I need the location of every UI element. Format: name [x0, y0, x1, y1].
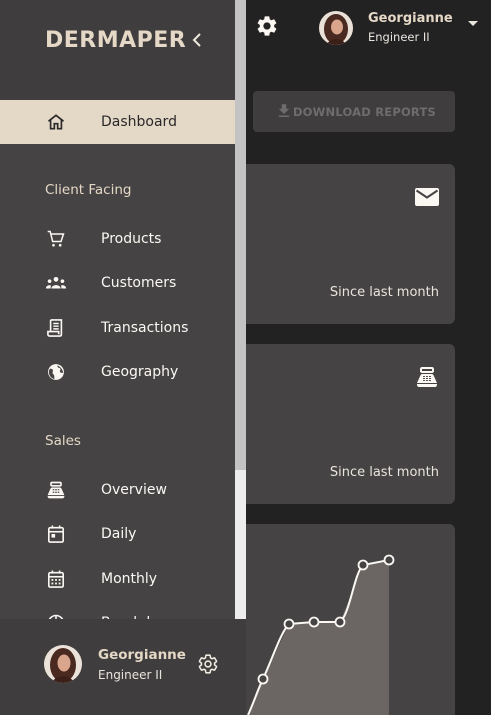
arrow-drop-down-icon[interactable]: [466, 20, 480, 28]
user-menu[interactable]: Georgianne Engineer II: [319, 10, 453, 46]
download-reports-label: DOWNLOAD REPORTS: [292, 104, 436, 119]
point-of-sale-icon: [45, 479, 67, 501]
sidebar-item-transactions[interactable]: Transactions: [0, 306, 235, 350]
section-title-client-facing: Client Facing: [45, 182, 132, 198]
topbar-settings-button[interactable]: [255, 14, 279, 38]
stat-card-note: Since last month: [329, 285, 439, 300]
home-icon: [45, 111, 67, 133]
sidebar-item-label: Overview: [101, 482, 167, 498]
chart-area: [248, 560, 389, 715]
section-title-sales: Sales: [45, 433, 81, 449]
avatar: [319, 11, 353, 45]
sidebar-item-overview[interactable]: Overview: [0, 468, 235, 512]
sidebar-item-products[interactable]: Products: [0, 217, 235, 261]
sidebar-item-label: Geography: [101, 364, 179, 380]
stat-card: Since last month: [240, 344, 455, 504]
mail-icon: [415, 188, 439, 206]
gear-icon[interactable]: [197, 653, 219, 675]
drawer-header: DERMAPER: [0, 0, 235, 100]
sidebar-item-label: Daily: [101, 526, 137, 542]
calendar-month-icon: [45, 568, 67, 590]
stat-card: Since last month: [240, 164, 455, 324]
receipt-icon: [45, 317, 67, 339]
sidebar-item-label: Transactions: [101, 320, 189, 336]
sidebar-drawer: DERMAPER Dashboard Client Facing Product…: [0, 0, 246, 715]
sidebar-item-monthly[interactable]: Monthly: [0, 557, 235, 601]
footer-user-role: Engineer II: [98, 668, 163, 682]
brand-logo: DERMAPER: [45, 28, 187, 53]
gear-icon: [257, 16, 277, 36]
sidebar-item-dashboard[interactable]: Dashboard: [0, 100, 246, 144]
chart-point: [357, 559, 369, 571]
sidebar-item-label: Dashboard: [101, 114, 177, 130]
avatar: [44, 645, 82, 683]
download-reports-button[interactable]: DOWNLOAD REPORTS: [253, 91, 455, 132]
user-role: Engineer II: [368, 30, 430, 44]
sidebar-item-customers[interactable]: Customers: [0, 261, 235, 305]
chart-point: [283, 618, 295, 630]
chart-card: [240, 524, 455, 715]
globe-icon: [45, 361, 67, 383]
drawer-footer: Georgianne Engineer II: [0, 619, 246, 715]
point-of-sale-icon: [417, 367, 437, 387]
chart-point: [257, 673, 269, 685]
sidebar-item-daily[interactable]: Daily: [0, 512, 235, 556]
chart-point: [334, 616, 346, 628]
user-name: Georgianne: [368, 11, 453, 26]
chart-point: [383, 554, 395, 566]
stat-card-note: Since last month: [329, 465, 439, 480]
footer-user-name: Georgianne: [98, 647, 186, 663]
sidebar-item-label: Products: [101, 231, 162, 247]
groups-icon: [45, 272, 67, 294]
chevron-left-icon[interactable]: [190, 32, 204, 48]
sidebar-item-label: Monthly: [101, 571, 158, 587]
cart-icon: [45, 228, 67, 250]
sales-line-chart: [247, 554, 395, 715]
sidebar-item-geography[interactable]: Geography: [0, 350, 235, 394]
chart-point: [308, 616, 320, 628]
sidebar-item-label: Customers: [101, 275, 177, 291]
download-icon: [278, 104, 290, 117]
calendar-today-icon: [45, 523, 67, 545]
drawer-scrollbar-thumb[interactable]: [235, 0, 246, 470]
